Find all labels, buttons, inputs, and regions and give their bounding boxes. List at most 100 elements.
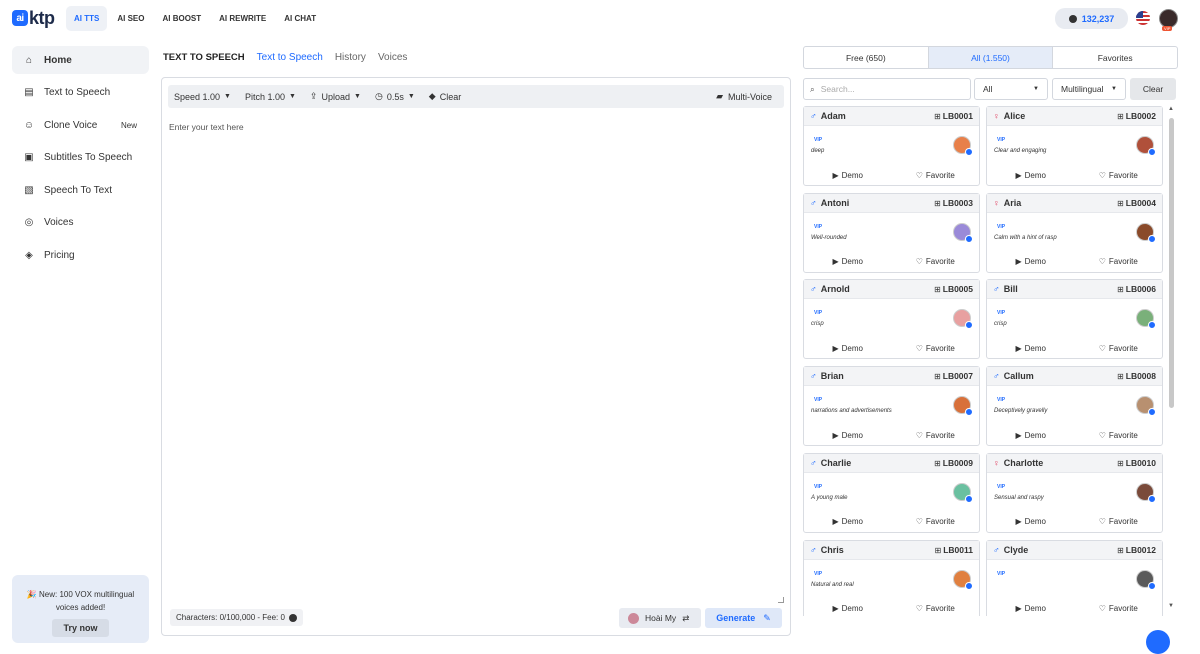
demo-button[interactable]: ▶ Demo [804,257,892,266]
demo-button[interactable]: ▶ Demo [804,517,892,526]
voice-card[interactable]: ♀ Aria ⊞ LB0004 VIP Calm with a hint of rasp ▶… [986,192,1163,273]
favorite-label: Favorite [925,517,955,527]
sidebar-item-speech-to-text[interactable]: ▧ Speech To Text [12,176,149,204]
favorite-button[interactable]: ♡ Favorite [892,344,980,353]
demo-button[interactable]: ▶ Demo [987,604,1075,613]
voice-card[interactable]: ♀ Alice ⊞ LB0002 VIP Clear and engaging ▶ Demo ♡… [986,106,1163,186]
top-nav-item[interactable]: AI REWRITE [211,6,274,31]
favorite-button[interactable]: ♡ Favorite [892,257,980,266]
copy-icon[interactable]: ⊞ [1117,285,1124,294]
favorite-button[interactable]: ♡ Favorite [1075,344,1163,353]
copy-icon[interactable]: ⊞ [935,546,942,555]
voice-tab[interactable]: All (1.550) [928,47,1054,68]
sidebar-item-pricing[interactable]: ◈ Pricing [12,241,149,269]
favorite-button[interactable]: ♡ Favorite [1075,171,1163,180]
voice-card[interactable]: ♂ Adam ⊞ LB0001 VIP deep ▶ Demo ♡ Favorite [803,106,980,186]
tab-voices[interactable]: Voices [378,52,407,63]
transcript-icon: ▧ [24,184,34,196]
try-now-button[interactable]: Try now [52,619,109,637]
favorite-button[interactable]: ♡ Favorite [1075,431,1163,440]
voice-card[interactable]: ♂ Antoni ⊞ LB0003 VIP Well-rounded ▶ Demo ♡ Favor… [803,192,980,273]
upload-dropdown[interactable]: ⇪ Upload ▼ [310,91,361,102]
demo-button[interactable]: ▶ Demo [804,431,892,440]
copy-icon[interactable]: ⊞ [934,112,941,121]
favorite-button[interactable]: ♡ Favorite [892,171,980,180]
voice-card[interactable]: ♂ Chris ⊞ LB0011 VIP Natural and real ▶ Demo ♡ Fa… [803,539,980,616]
copy-icon[interactable]: ⊞ [934,285,941,294]
scroll-thumb[interactable] [1169,118,1174,408]
chat-support-button[interactable] [1146,630,1170,654]
top-nav-item[interactable]: AI SEO [109,6,152,31]
vip-tag: VIP [814,483,823,490]
copy-icon[interactable]: ⊞ [934,372,941,381]
sidebar-item-text-to-speech[interactable]: ▤ Text to Speech [12,79,149,107]
voice-card[interactable]: ♂ Clyde ⊞ LB0012 VIP ▶ Demo ♡ Favorite [986,539,1163,616]
copy-icon[interactable]: ⊞ [1117,372,1124,381]
resize-handle[interactable] [778,597,784,603]
top-nav-item[interactable]: AI BOOST [154,6,209,31]
voice-scrollbar[interactable]: ▲ ▼ [1168,106,1175,616]
demo-button[interactable]: ▶ Demo [987,344,1075,353]
top-nav-item[interactable]: AI TTS [66,6,108,31]
voice-search-input[interactable]: ⌕ Search... [803,78,971,100]
voice-card[interactable]: ♀ Charlotte ⊞ LB0010 VIP Sensual and raspy ▶ De… [986,452,1163,533]
sidebar-item-home[interactable]: ⌂ Home [12,46,149,74]
voice-card[interactable]: ♂ Brian ⊞ LB0007 VIP narrations and advertise… [803,366,980,447]
demo-button[interactable]: ▶ Demo [804,604,892,613]
voice-card[interactable]: ♂ Callum ⊞ LB0008 VIP Deceptively gravelly ▶ De… [986,366,1163,447]
voice-tab[interactable]: Favorites [1053,47,1177,68]
demo-label: Demo [1024,604,1046,613]
copy-icon[interactable]: ⊞ [1117,199,1124,208]
favorite-button[interactable]: ♡ Favorite [1075,257,1163,266]
text-input[interactable]: Enter your text here [169,122,244,132]
sidebar-item-subtitles-to-speech[interactable]: ▣ Subtitles To Speech [12,144,149,172]
tab-history[interactable]: History [335,52,366,63]
copy-icon[interactable]: ⊞ [934,459,941,468]
favorite-button[interactable]: ♡ Favorite [892,517,980,526]
voice-card-header: ♀ Charlotte ⊞ LB0010 [987,453,1162,473]
voice-card[interactable]: ♂ Bill ⊞ LB0006 VIP crisp ▶ Demo ♡ Favorite [986,279,1163,360]
multi-voice-button[interactable]: ▰ Multi-Voice [716,91,772,102]
generate-button[interactable]: Generate ✎ [705,608,782,628]
voice-card-header: ♂ Brian ⊞ LB0007 [804,367,979,387]
clear-filters-button[interactable]: Clear [1130,78,1176,100]
scroll-down-icon[interactable]: ▼ [1168,603,1174,609]
voice-avatar [1136,396,1156,417]
top-nav-item[interactable]: AI CHAT [276,6,324,31]
speed-dropdown[interactable]: Speed 1.00 ▼ [174,92,231,102]
us-flag-icon[interactable] [1136,11,1150,25]
sidebar-item-voices[interactable]: ◎ Voices [12,209,149,237]
voice-tab[interactable]: Free (650) [804,47,929,68]
copy-icon[interactable]: ⊞ [934,199,941,208]
selected-voice-button[interactable]: Hoài My ⇄ [619,608,701,628]
tab-text-to-speech[interactable]: Text to Speech [257,52,323,63]
favorite-button[interactable]: ♡ Favorite [892,604,980,613]
voice-card[interactable]: ♂ Arnold ⊞ LB0005 VIP crisp ▶ Demo ♡ Favorite [803,279,980,360]
clear-text-button[interactable]: ◆ Clear [429,91,461,102]
heart-icon: ♡ [915,604,923,613]
copy-icon[interactable]: ⊞ [1117,112,1124,121]
demo-button[interactable]: ▶ Demo [987,257,1075,266]
pitch-dropdown[interactable]: Pitch 1.00 ▼ [245,92,296,102]
favorite-button[interactable]: ♡ Favorite [1075,604,1163,613]
copy-icon[interactable]: ⊞ [1117,459,1124,468]
scroll-up-icon[interactable]: ▲ [1168,106,1174,112]
favorite-button[interactable]: ♡ Favorite [1075,517,1163,526]
demo-button[interactable]: ▶ Demo [987,431,1075,440]
sidebar-item-clone-voice[interactable]: ☺ Clone Voice New [12,111,149,139]
category-select[interactable]: All ▼ [974,78,1048,100]
favorite-button[interactable]: ♡ Favorite [892,431,980,440]
selected-voice-name: Hoài My [645,613,677,623]
logo[interactable]: ai ktp [12,8,55,28]
user-avatar[interactable]: VIP [1159,9,1178,31]
demo-button[interactable]: ▶ Demo [987,171,1075,180]
demo-button[interactable]: ▶ Demo [987,517,1075,526]
voice-card[interactable]: ♂ Charlie ⊞ LB0009 VIP A young male ▶ Demo ♡ Favo… [803,452,980,533]
pause-dropdown[interactable]: ◷ 0.5s ▼ [375,91,415,102]
language-select[interactable]: Multilingual ▼ [1052,78,1126,100]
demo-button[interactable]: ▶ Demo [804,171,892,180]
info-icon[interactable] [288,613,297,622]
copy-icon[interactable]: ⊞ [1117,546,1124,555]
demo-button[interactable]: ▶ Demo [804,344,892,353]
credits-badge[interactable]: 132,237 [1055,8,1128,29]
